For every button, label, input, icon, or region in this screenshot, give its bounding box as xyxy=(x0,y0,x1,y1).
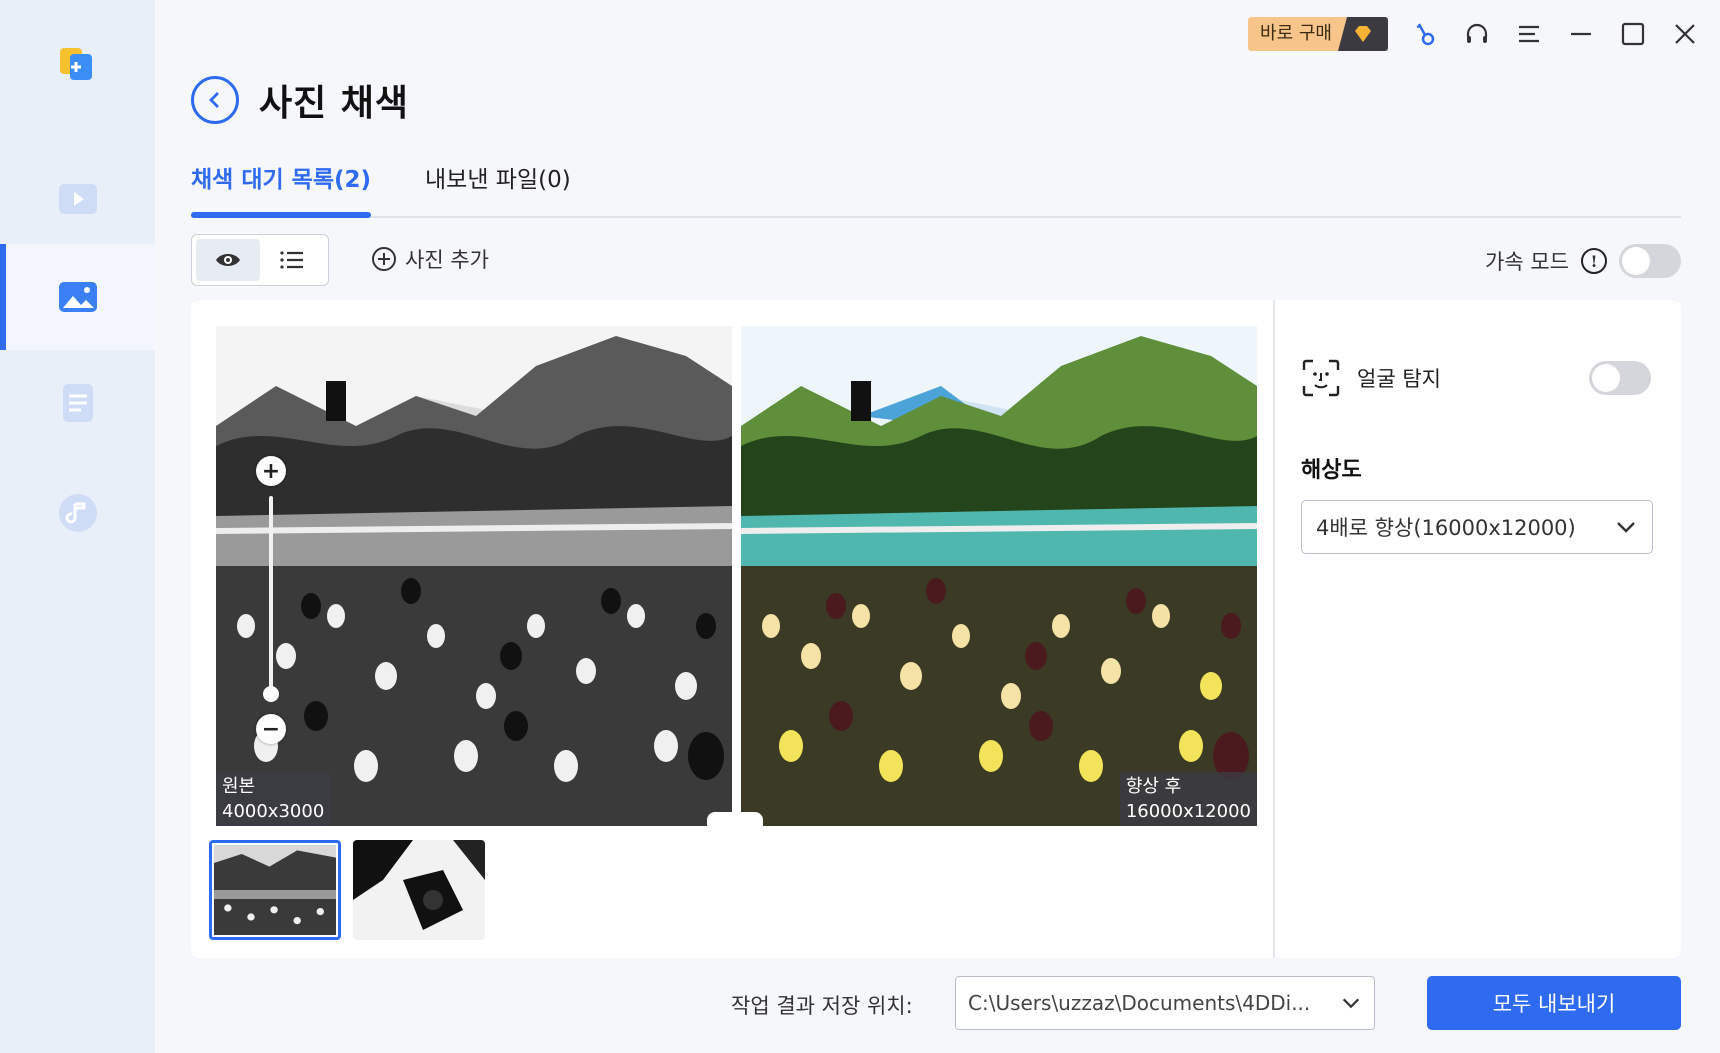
enhanced-label-title: 향상 후 xyxy=(1125,776,1182,797)
original-resolution: 4000x3000 xyxy=(222,801,325,822)
list-view-button[interactable] xyxy=(260,239,324,281)
thumbnail-item[interactable] xyxy=(209,840,341,940)
sidebar-item-audio[interactable] xyxy=(0,460,155,566)
resolution-value: 4배로 향상(16000x12000) xyxy=(1316,516,1576,540)
tab-queue[interactable]: 채색 대기 목록(2) xyxy=(191,160,372,218)
compare-divider-handle[interactable] xyxy=(707,812,763,826)
settings-panel: 얼굴 탐지 해상도 4배로 향상(16000x12000) xyxy=(1275,300,1681,958)
add-photo-button[interactable]: 사진 추가 xyxy=(371,244,489,274)
sidebar-item-document[interactable] xyxy=(0,350,155,456)
tab-exported[interactable]: 내보낸 파일(0) xyxy=(425,160,571,194)
chevron-down-icon xyxy=(1342,998,1360,1009)
sidebar xyxy=(0,0,155,1053)
document-icon xyxy=(62,384,93,422)
tab-bar: 채색 대기 목록(2) 내보낸 파일(0) xyxy=(191,150,1681,218)
add-photo-label: 사진 추가 xyxy=(405,248,489,272)
maximize-icon[interactable] xyxy=(1618,19,1648,49)
face-detection-toggle[interactable] xyxy=(1589,361,1651,395)
main-area: 바로 구매 사진 채색 채색 대기 목록(2) 내보낸 파일(0) 사진 추가 … xyxy=(155,0,1720,1053)
accel-mode: 가속 모드 ! xyxy=(1485,244,1681,278)
title-row: 사진 채색 xyxy=(191,74,409,126)
photo-icon xyxy=(58,282,97,312)
zoom-control: + − xyxy=(256,456,286,746)
app-logo-icon xyxy=(56,44,96,84)
chevron-left-icon xyxy=(209,92,219,108)
face-detection-row: 얼굴 탐지 xyxy=(1301,358,1651,398)
close-icon[interactable] xyxy=(1670,19,1700,49)
enhanced-label: 향상 후 16000x12000 xyxy=(1119,772,1257,826)
face-detection-label: 얼굴 탐지 xyxy=(1357,367,1441,391)
save-location-label: 작업 결과 저장 위치: xyxy=(731,994,913,1018)
minimize-icon[interactable] xyxy=(1566,19,1596,49)
buy-now-label: 바로 구매 xyxy=(1248,17,1348,51)
sidebar-item-video[interactable] xyxy=(0,146,155,252)
preview-view-button[interactable] xyxy=(196,239,260,281)
enhanced-image[interactable]: 향상 후 16000x12000 xyxy=(741,326,1257,826)
thumbnail-strip xyxy=(209,840,485,940)
save-location-select[interactable]: C:\Users\uzzaz\Documents\4DDi... xyxy=(955,976,1375,1030)
sidebar-item-photo[interactable] xyxy=(0,244,155,350)
accel-mode-label: 가속 모드 xyxy=(1485,250,1569,274)
chevron-down-icon xyxy=(1617,522,1635,533)
accel-mode-toggle[interactable] xyxy=(1619,244,1681,278)
view-toggle xyxy=(191,234,329,286)
zoom-slider-handle[interactable] xyxy=(263,686,279,702)
enhanced-resolution: 16000x12000 xyxy=(1125,801,1251,822)
eye-icon xyxy=(216,254,240,266)
info-icon[interactable]: ! xyxy=(1581,248,1607,274)
original-image[interactable]: 원본 4000x3000 + − xyxy=(216,326,732,826)
headset-icon[interactable] xyxy=(1462,19,1492,49)
resolution-title: 해상도 xyxy=(1301,458,1362,483)
tool-row: 사진 추가 가속 모드 ! xyxy=(191,234,1681,286)
list-icon xyxy=(280,251,303,269)
zoom-out-button[interactable]: − xyxy=(256,714,286,744)
export-all-button[interactable]: 모두 내보내기 xyxy=(1427,976,1681,1030)
video-icon xyxy=(58,184,97,214)
work-panel: 원본 4000x3000 + − 향상 후 16000x12000 얼굴 탐지 … xyxy=(191,300,1681,958)
original-label-title: 원본 xyxy=(222,776,256,797)
page-title: 사진 채색 xyxy=(259,83,410,124)
menu-icon[interactable] xyxy=(1514,19,1544,49)
footer: 작업 결과 저장 위치: C:\Users\uzzaz\Documents\4D… xyxy=(191,976,1681,1032)
face-scan-icon xyxy=(1302,359,1340,397)
thumbnail-item[interactable] xyxy=(353,840,485,940)
zoom-slider-track[interactable] xyxy=(269,496,273,696)
preview-area: 원본 4000x3000 + − 향상 후 16000x12000 xyxy=(191,300,1275,958)
plus-circle-icon xyxy=(372,247,396,271)
buy-now-button[interactable]: 바로 구매 xyxy=(1248,17,1388,51)
original-label: 원본 4000x3000 xyxy=(216,772,331,826)
key-icon[interactable] xyxy=(1410,19,1440,49)
zoom-in-button[interactable]: + xyxy=(256,456,286,486)
back-button[interactable] xyxy=(191,76,239,124)
save-location-path: C:\Users\uzzaz\Documents\4DDi... xyxy=(968,991,1311,1015)
music-icon xyxy=(58,494,97,532)
window-toolbar: 바로 구매 xyxy=(1248,16,1700,52)
resolution-select[interactable]: 4배로 향상(16000x12000) xyxy=(1301,500,1653,554)
